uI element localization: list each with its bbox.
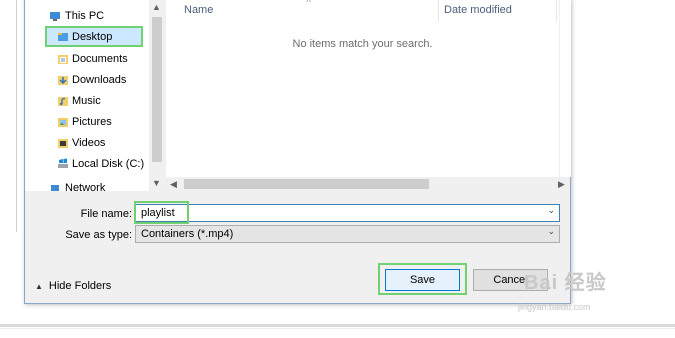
documents-folder-icon xyxy=(58,55,68,64)
watermark-url: jingyan.baidu.com xyxy=(518,302,591,312)
nav-item-network[interactable]: Network xyxy=(25,179,149,191)
background-divider-light xyxy=(0,328,675,329)
nav-item-label: Local Disk (C:) xyxy=(72,158,145,170)
music-folder-icon xyxy=(58,97,68,106)
chevron-up-icon: ▲ xyxy=(35,282,43,291)
local-disk-icon xyxy=(58,158,68,168)
nav-item-music[interactable]: Music xyxy=(25,92,149,112)
background-divider xyxy=(0,324,675,327)
file-list-scrollbar[interactable] xyxy=(559,0,571,177)
nav-item-label: Pictures xyxy=(72,116,112,128)
nav-item-label: Desktop xyxy=(72,31,113,43)
column-separator xyxy=(556,0,557,21)
baidu-watermark: Bai 经验 xyxy=(524,272,607,294)
horizontal-scrollbar[interactable]: ◀ ▶ xyxy=(166,177,570,191)
navigation-pane: This PC Desktop Documents Downloads Musi… xyxy=(25,0,165,191)
nav-item-documents[interactable]: Documents xyxy=(25,50,149,70)
save-button[interactable]: Save xyxy=(385,269,460,291)
nav-item-label: Music xyxy=(72,95,101,107)
file-name-label: File name: xyxy=(80,208,132,220)
nav-item-pictures[interactable]: Pictures xyxy=(25,113,149,133)
downloads-folder-icon xyxy=(58,76,68,85)
sort-chevron-icon: ˄ xyxy=(306,0,312,5)
nav-item-local-disk[interactable]: Local Disk (C:) xyxy=(25,155,149,175)
column-separator xyxy=(438,0,439,21)
nav-item-desktop[interactable]: Desktop xyxy=(25,26,149,48)
desktop-folder-icon xyxy=(58,33,68,41)
save-as-dialog: This PC Desktop Documents Downloads Musi… xyxy=(24,0,571,304)
column-header-name[interactable]: Name xyxy=(184,4,213,16)
empty-list-message: No items match your search. xyxy=(292,38,433,50)
scroll-right-icon[interactable]: ▶ xyxy=(558,179,565,189)
file-list: Name ˄ Date modified T No items match yo… xyxy=(166,0,567,191)
navigation-scrollbar[interactable]: ▲ ▼ xyxy=(149,0,165,191)
scrollbar-thumb[interactable] xyxy=(184,179,429,189)
pictures-folder-icon xyxy=(58,118,68,127)
scrollbar-thumb[interactable] xyxy=(152,17,162,162)
nav-item-this-pc[interactable]: This PC xyxy=(25,7,149,27)
file-name-highlight xyxy=(134,201,189,224)
network-icon xyxy=(51,185,59,191)
this-pc-icon xyxy=(50,12,60,21)
file-name-input[interactable]: playlist ⌄ xyxy=(135,204,560,222)
save-as-type-label: Save as type: xyxy=(65,229,132,241)
nav-item-label: Downloads xyxy=(72,74,127,86)
nav-item-label: Videos xyxy=(72,137,106,149)
nav-item-label: Documents xyxy=(72,53,128,65)
hide-folders-label: Hide Folders xyxy=(48,280,112,292)
column-header-date-modified[interactable]: Date modified xyxy=(444,4,512,16)
save-as-type-value: Containers (*.mp4) xyxy=(141,228,234,240)
scroll-up-icon[interactable]: ▲ xyxy=(152,2,161,12)
nav-item-label: This PC xyxy=(65,10,105,22)
scroll-down-icon[interactable]: ▼ xyxy=(152,178,161,188)
scroll-left-icon[interactable]: ◀ xyxy=(170,179,177,189)
nav-item-label: Network xyxy=(65,182,106,191)
background-window-edge xyxy=(16,0,17,232)
chevron-down-icon[interactable]: ⌄ xyxy=(547,226,555,237)
save-as-type-select[interactable]: Containers (*.mp4) ⌄ xyxy=(135,225,560,243)
nav-item-videos[interactable]: Videos xyxy=(25,134,149,154)
hide-folders-toggle[interactable]: ▲ Hide Folders xyxy=(35,280,111,292)
nav-item-downloads[interactable]: Downloads xyxy=(25,71,149,91)
chevron-down-icon[interactable]: ⌄ xyxy=(547,205,555,216)
videos-folder-icon xyxy=(58,139,68,148)
